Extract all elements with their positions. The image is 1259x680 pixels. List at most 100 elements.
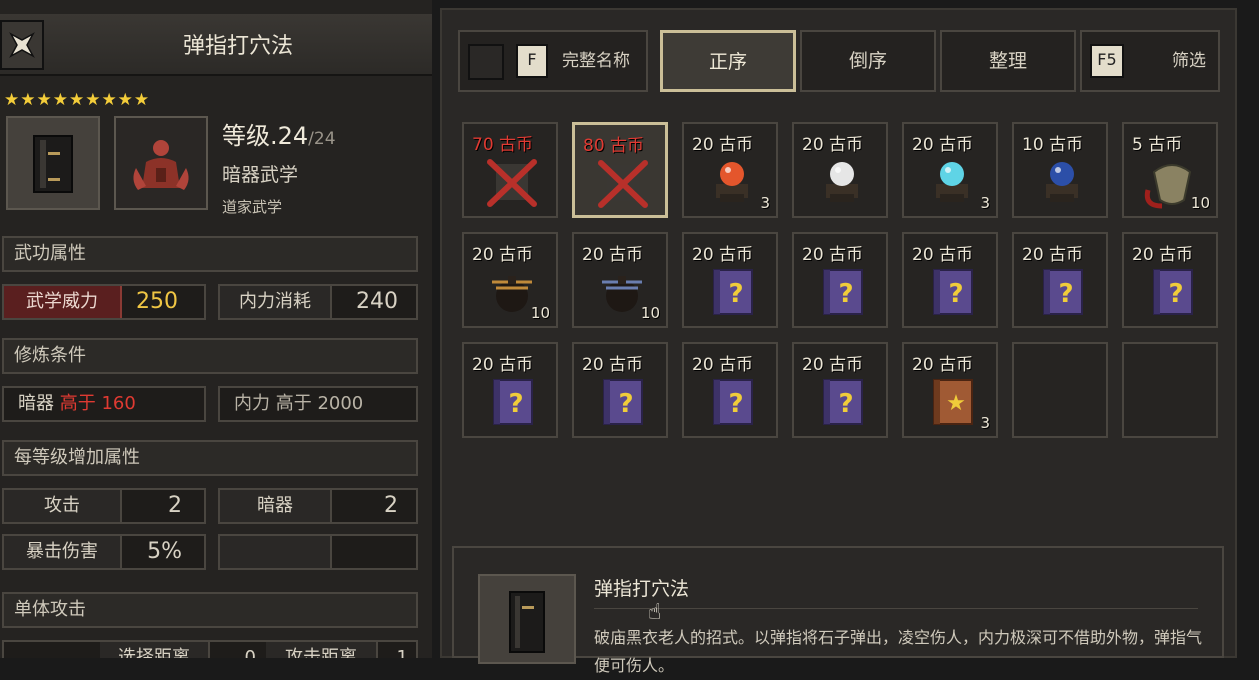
empty-label [220,536,332,568]
req1-condition: 高于 160 [59,393,136,414]
skill-detail-panel: 弹指打穴法 ★★★★★★★★★ 等级.24/24 暗器武学 道家武学 武功属性 … [0,0,432,658]
item-icon [826,162,858,202]
crit-label: 暴击伤害 [4,536,122,568]
close-button[interactable] [0,20,44,70]
item-slot[interactable]: ? 20 古币 [902,232,998,328]
item-slot[interactable]: ★ 20 古币 3 [902,342,998,438]
item-price: 5 古币 [1132,135,1183,155]
tab-ascending[interactable]: 正序 [660,30,796,92]
req1-label: 暗器 [18,393,54,414]
range-row: 选择距离 0 攻击距离 1 [2,640,418,658]
item-slot[interactable]: ? 20 古币 [792,342,888,438]
hand-cursor-icon: ☝ [648,600,662,625]
skill-level: 等级.24/24 [222,116,336,151]
item-price: 20 古币 [582,355,644,375]
filter-button[interactable]: F5 筛选 [1080,30,1220,92]
power-label: 武学威力 [4,286,122,318]
full-name-checkbox[interactable] [468,44,504,80]
skill-technique-icon [114,116,208,210]
hidden-weapon-label: 暗器 [220,490,332,522]
item-slot[interactable]: 20 古币 3 [902,122,998,218]
range2-value: 1 [396,647,408,658]
item-price: 20 古币 [1132,245,1194,265]
item-price: 20 古币 [912,135,974,155]
level-value: 等级.24 [222,122,309,150]
svg-text:?: ? [618,389,633,419]
item-quantity: 10 [530,304,550,322]
cost-value: 240 [356,289,398,314]
section-skill-attributes: 武功属性 [2,236,418,272]
item-slot[interactable]: ? 20 古币 [682,342,778,438]
key-f5-hint: F5 [1090,44,1124,78]
req2-label: 内力 [234,393,270,414]
skill-title: 弹指打穴法 [182,34,293,59]
attack-value: 2 [168,493,182,518]
svg-text:?: ? [728,279,743,309]
svg-text:?: ? [1168,279,1183,309]
item-price: 20 古币 [472,355,534,375]
book-icon: ? [1043,269,1083,315]
item-slot[interactable]: ? 20 古币 [1122,232,1218,328]
item-slot[interactable]: 70 古币 [462,122,558,218]
power-stat: 武学威力 250 [2,284,206,320]
item-slot[interactable]: ? 20 古币 [682,232,778,328]
item-price: 20 古币 [582,245,644,265]
per-level-crit: 暴击伤害 5% [2,534,206,570]
section-requirements: 修炼条件 [2,338,418,374]
description-text: 破庙黑衣老人的招式。以弹指将石子弹出，凌空伤人，内力极深可不借助外物，弹指气便可… [594,628,1203,675]
svg-text:?: ? [838,279,853,309]
item-slot[interactable]: 10 古币 [1012,122,1108,218]
svg-text:★: ★ [946,391,966,416]
svg-text:?: ? [508,389,523,419]
unavailable-icon [598,160,648,208]
book-icon: ? [713,379,753,425]
crit-value: 5% [147,539,182,564]
svg-text:?: ? [838,389,853,419]
item-slot[interactable]: 20 古币 3 [682,122,778,218]
item-slot[interactable]: 20 古币 [792,122,888,218]
section-single-attack: 单体攻击 [2,592,418,628]
svg-text:?: ? [1058,279,1073,309]
item-description-panel: 弹指打穴法 破庙黑衣老人的招式。以弹指将石子弹出，凌空伤人，内力极深可不借助外物… [452,546,1224,675]
item-price: 20 古币 [472,245,534,265]
item-slot[interactable]: ? 20 古币 [462,342,558,438]
full-name-toggle[interactable]: F 完整名称 [458,30,648,92]
requirement-hidden-weapon: 暗器 高于 160 [2,386,206,422]
item-quantity: 3 [980,414,990,432]
svg-text:?: ? [728,389,743,419]
item-quantity: 10 [640,304,660,322]
book-icon: ? [1153,269,1193,315]
empty-item-slot[interactable] [1122,342,1218,438]
per-level-hidden-weapon: 暗器 2 [218,488,418,524]
key-f-hint: F [516,44,548,78]
item-icon [1046,162,1078,202]
filter-label: 筛选 [1172,51,1206,71]
item-price: 20 古币 [802,135,864,155]
req2-condition: 高于 2000 [275,393,364,414]
per-level-empty [218,534,418,570]
book-icon: ? [713,269,753,315]
item-price: 80 古币 [583,136,645,156]
item-quantity: 3 [980,194,990,212]
tab-descending[interactable]: 倒序 [800,30,936,92]
book-icon: ? [603,379,643,425]
item-slot[interactable]: 80 古币 [572,122,668,218]
item-quantity: 10 [1190,194,1210,212]
book-icon: ? [933,269,973,315]
item-price: 20 古币 [692,135,754,155]
tab-sort[interactable]: 整理 [940,30,1076,92]
cost-stat: 内力消耗 240 [218,284,418,320]
skill-book-icon [6,116,100,210]
item-slot[interactable]: 20 古币 10 [572,232,668,328]
unavailable-icon [487,159,537,207]
item-slot[interactable]: 20 古币 10 [462,232,558,328]
item-slot[interactable]: ? 20 古币 [1012,232,1108,328]
range1-label: 选择距离 [100,642,210,658]
item-slot[interactable]: 5 古币 10 [1122,122,1218,218]
close-icon [9,32,35,58]
empty-item-slot[interactable] [1012,342,1108,438]
item-slot[interactable]: ? 20 古币 [792,232,888,328]
description-book-icon [478,574,576,664]
item-slot[interactable]: ? 20 古币 [572,342,668,438]
item-price: 20 古币 [802,355,864,375]
